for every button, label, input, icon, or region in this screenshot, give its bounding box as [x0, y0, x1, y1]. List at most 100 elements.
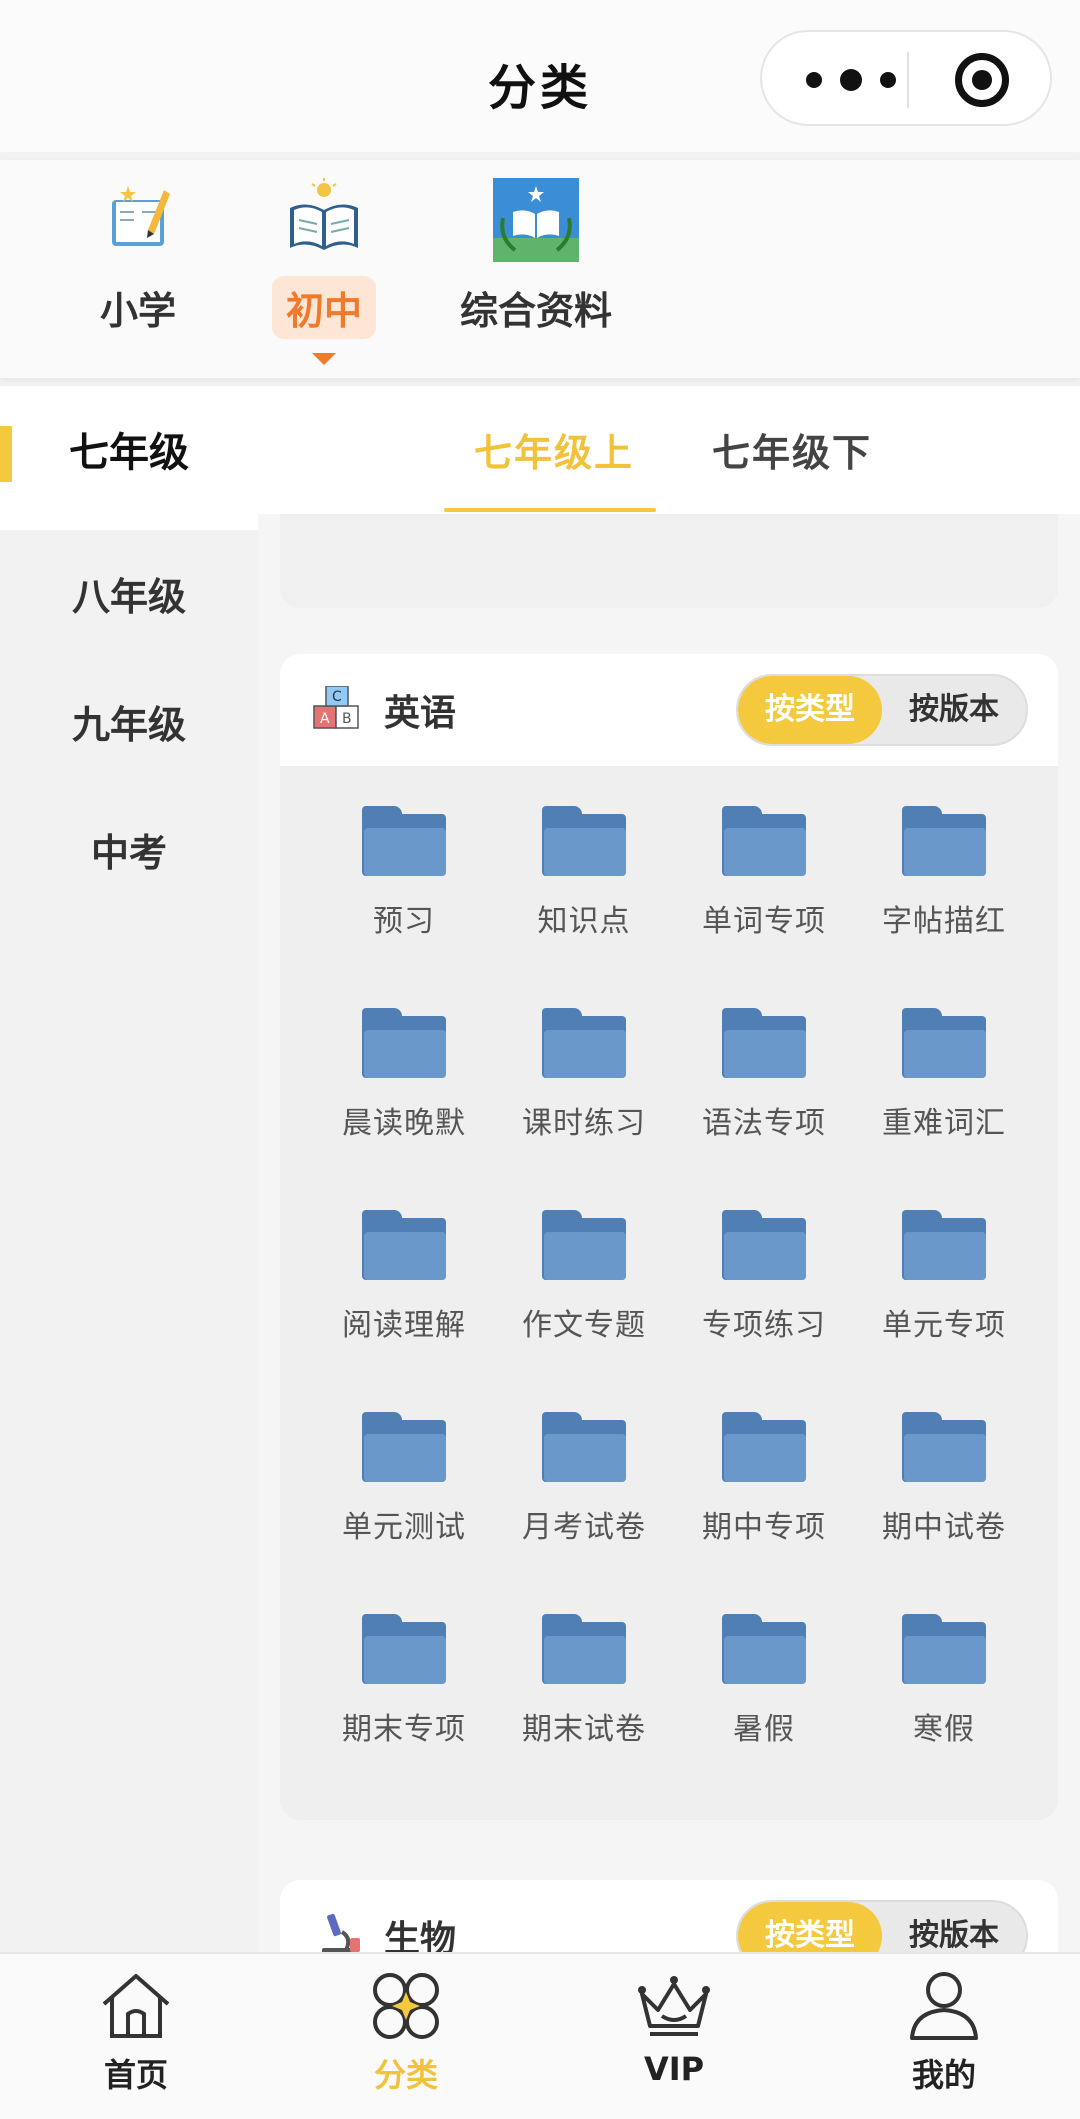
- level-comprehensive[interactable]: 综合资料: [446, 178, 626, 339]
- category-item[interactable]: 期中专项: [674, 1412, 854, 1546]
- folder-icon: [542, 1008, 626, 1078]
- content-panel: 七年级上 七年级下 A B C 英语 按类型 按版本 预习 知识点 单词专项 字…: [258, 386, 1080, 1952]
- folder-icon: [542, 806, 626, 876]
- category-grid: 预习 知识点 单词专项 字帖描红晨读晚默 课时练习 语法专项 重难词汇阅读理解 作文专题 专项练…: [280, 766, 1058, 1747]
- category-item[interactable]: 晨读晚默: [314, 1008, 494, 1142]
- category-label: 期末专项: [342, 1712, 466, 1747]
- tabbar-item-category[interactable]: 分类: [326, 1970, 486, 2096]
- category-label: 暑假: [733, 1712, 795, 1747]
- tab-indicator: [444, 508, 656, 512]
- category-label: 语法专项: [702, 1106, 826, 1141]
- tabbar-label: VIP: [643, 2050, 705, 2088]
- category-item[interactable]: 暑假: [674, 1614, 854, 1748]
- close-target-icon[interactable]: [955, 53, 1009, 107]
- category-item[interactable]: 预习: [314, 806, 494, 940]
- category-item[interactable]: 字帖描红: [854, 806, 1034, 940]
- category-icon: [373, 1973, 439, 2039]
- category-label: 单元测试: [342, 1510, 466, 1545]
- category-label: 单元专项: [882, 1308, 1006, 1343]
- category-item[interactable]: 期中试卷: [854, 1412, 1034, 1546]
- level-label: 综合资料: [460, 289, 613, 333]
- dot-icon: [806, 72, 822, 88]
- folder-icon: [722, 1412, 806, 1482]
- category-item[interactable]: 重难词汇: [854, 1008, 1034, 1142]
- level-primary[interactable]: 小学: [86, 178, 190, 339]
- microscope-icon: [312, 1912, 364, 1952]
- level-label: 初中: [272, 276, 377, 339]
- tabbar-label: 我的: [911, 2056, 976, 2094]
- category-item[interactable]: 知识点: [494, 806, 674, 940]
- category-label: 寒假: [913, 1712, 975, 1747]
- category-item[interactable]: 寒假: [854, 1614, 1034, 1748]
- tabbar-item-mine[interactable]: 我的: [864, 1970, 1024, 2096]
- tabbar-label: 首页: [103, 2056, 168, 2094]
- active-caret-icon: [312, 353, 336, 365]
- sidebar-item-grade7[interactable]: 七年级: [0, 386, 258, 530]
- user-icon: [910, 1972, 978, 2040]
- capsule-divider: [907, 52, 909, 108]
- folder-icon: [362, 1614, 446, 1684]
- category-item[interactable]: 语法专项: [674, 1008, 854, 1142]
- subject-name: 生物: [384, 1919, 457, 1952]
- by-type-option[interactable]: 按类型: [738, 676, 882, 744]
- home-icon: [102, 1974, 170, 2038]
- category-item[interactable]: 单元测试: [314, 1412, 494, 1546]
- semester-tabs: 七年级上 七年级下: [258, 386, 1080, 514]
- category-item[interactable]: 期末专项: [314, 1614, 494, 1748]
- svg-text:B: B: [342, 711, 352, 727]
- category-item[interactable]: 课时练习: [494, 1008, 674, 1142]
- mini-program-capsule: [760, 30, 1052, 126]
- category-item[interactable]: 单元专项: [854, 1210, 1034, 1344]
- folder-icon: [722, 806, 806, 876]
- subject-name: 英语: [384, 693, 457, 734]
- folder-icon: [722, 1210, 806, 1280]
- previous-card-bottom: [280, 514, 1058, 608]
- category-item[interactable]: 专项练习: [674, 1210, 854, 1344]
- by-edition-option[interactable]: 按版本: [882, 1902, 1026, 1952]
- sidebar-item-zhongkao[interactable]: 中考: [0, 822, 258, 877]
- category-label: 作文专题: [522, 1308, 646, 1343]
- category-label: 期中试卷: [882, 1510, 1006, 1545]
- tabbar-item-home[interactable]: 首页: [56, 1970, 216, 2096]
- folder-icon: [902, 806, 986, 876]
- notebook-pencil-icon: [98, 178, 178, 262]
- category-label: 阅读理解: [342, 1308, 466, 1343]
- tabbar-item-vip[interactable]: VIP: [594, 1970, 754, 2088]
- category-label: 知识点: [537, 904, 631, 939]
- grade-sidebar: 七年级 八年级 九年级 中考: [0, 386, 258, 1952]
- by-type-option[interactable]: 按类型: [738, 1902, 882, 1952]
- tab-grade7-second[interactable]: 七年级下: [712, 422, 872, 477]
- category-item[interactable]: 月考试卷: [494, 1412, 674, 1546]
- folder-icon: [542, 1412, 626, 1482]
- view-mode-toggle: 按类型 按版本: [736, 1900, 1028, 1952]
- bottom-tab-bar: 首页 分类 VIP 我的: [0, 1952, 1080, 2119]
- tab-grade7-first[interactable]: 七年级上: [474, 422, 634, 477]
- subject-header: 生物 按类型 按版本: [280, 1880, 1058, 1952]
- category-label: 预习: [373, 904, 435, 939]
- subject-card-english: A B C 英语 按类型 按版本 预习 知识点 单词专项 字帖描红晨读晚默 课时练习 语法…: [280, 654, 1058, 1820]
- folder-icon: [542, 1210, 626, 1280]
- level-label: 小学: [100, 289, 177, 333]
- category-item[interactable]: 期末试卷: [494, 1614, 674, 1748]
- crown-icon: [638, 1976, 710, 2036]
- category-label: 课时练习: [522, 1106, 646, 1141]
- category-label: 专项练习: [702, 1308, 826, 1343]
- open-book-lightbulb-icon: [284, 178, 364, 262]
- category-item[interactable]: 作文专题: [494, 1210, 674, 1344]
- category-label: 字帖描红: [882, 904, 1006, 939]
- category-label: 晨读晚默: [342, 1106, 466, 1141]
- category-item[interactable]: 单词专项: [674, 806, 854, 940]
- sidebar-item-grade8[interactable]: 八年级: [0, 566, 258, 621]
- abc-blocks-icon: A B C: [312, 685, 364, 730]
- sidebar-item-grade9[interactable]: 九年级: [0, 694, 258, 749]
- category-label: 重难词汇: [882, 1106, 1006, 1141]
- svg-text:A: A: [320, 711, 330, 727]
- more-menu-button[interactable]: [806, 66, 896, 94]
- by-edition-option[interactable]: 按版本: [882, 676, 1026, 744]
- folder-icon: [362, 1008, 446, 1078]
- level-junior-high[interactable]: 初中: [272, 178, 377, 365]
- category-item[interactable]: 阅读理解: [314, 1210, 494, 1344]
- category-label: 单词专项: [702, 904, 826, 939]
- folder-icon: [722, 1008, 806, 1078]
- folder-icon: [362, 1210, 446, 1280]
